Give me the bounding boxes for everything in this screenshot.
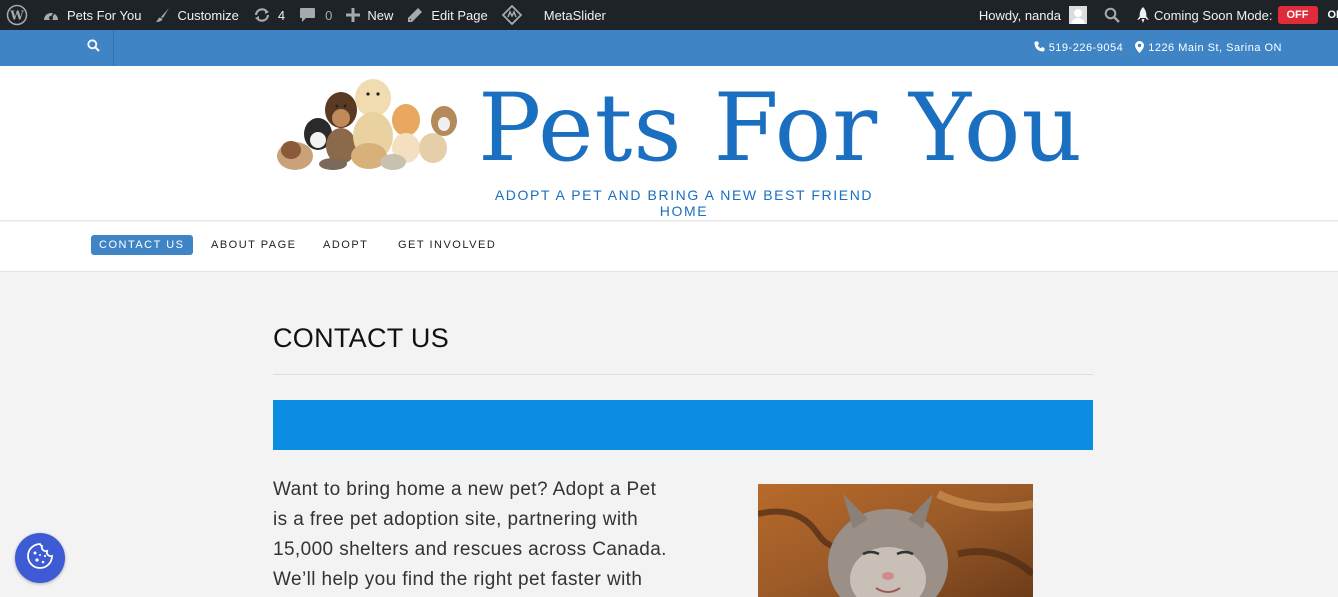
site-title[interactable]: Pets For You: [478, 74, 1083, 184]
comments-count: 0: [325, 7, 333, 23]
admin-search-button[interactable]: [1094, 0, 1130, 30]
intro-line: is a free pet adoption site, partnering …: [273, 509, 639, 530]
phone-number: 519-226-9054: [1048, 42, 1124, 54]
site-name-label: Pets For You: [67, 7, 142, 23]
comment-bubble-icon: [299, 7, 316, 23]
nav-item-adopt[interactable]: ADOPT: [323, 235, 368, 255]
header-search-button[interactable]: [74, 30, 114, 66]
coming-soon-mode[interactable]: Coming Soon Mode: OFF ON: [1130, 0, 1338, 30]
metaslider-link[interactable]: MetaSlider: [495, 0, 613, 30]
search-icon: [87, 39, 100, 57]
refresh-icon: [253, 7, 271, 23]
address-info[interactable]: 1226 Main St, Sarina ON: [1135, 40, 1282, 56]
edit-page-label: Edit Page: [431, 7, 488, 23]
new-label: New: [367, 7, 394, 23]
site-header: Pets For You ADOPT A PET AND BRING A NEW…: [0, 66, 1338, 221]
metaslider-label: MetaSlider: [543, 7, 606, 23]
nav-item-about-page[interactable]: ABOUT PAGE: [211, 235, 297, 255]
dashboard-icon: [42, 7, 60, 23]
site-tagline: ADOPT A PET AND BRING A NEW BEST FRIEND …: [494, 187, 874, 219]
coming-soon-on-text[interactable]: ON: [1328, 9, 1338, 21]
cookie-icon: [25, 541, 55, 576]
admin-bar: W Pets For You Customize 4 0 New Edit Pa…: [0, 0, 1338, 30]
title-divider: [273, 374, 1093, 375]
howdy-label: Howdy, nanda: [978, 7, 1061, 23]
main-navigation: CONTACT US ABOUT PAGE ADOPT GET INVOLVED: [0, 222, 1338, 272]
new-content-link[interactable]: New: [339, 0, 400, 30]
pets-group-photo[interactable]: [273, 76, 465, 170]
pencil-icon: [407, 7, 423, 23]
paintbrush-icon: [155, 7, 171, 23]
phone-info[interactable]: 519-226-9054: [1034, 41, 1124, 55]
rocket-icon: [1136, 6, 1149, 24]
coming-soon-label: Coming Soon Mode:: [1153, 7, 1273, 23]
metaslider-icon: [501, 5, 522, 25]
intro-line: We’ll help you find the right pet faster…: [273, 569, 643, 590]
intro-line: Want to bring home a new pet? Adopt a Pe…: [273, 479, 657, 500]
kitten-photo: [758, 484, 1033, 597]
avatar: [1068, 6, 1087, 24]
intro-paragraph: Want to bring home a new pet? Adopt a Pe…: [273, 475, 693, 595]
plus-icon: [346, 8, 361, 22]
page-title: CONTACT US: [273, 323, 450, 353]
address-text: 1226 Main St, Sarina ON: [1148, 42, 1282, 54]
cookie-consent-button[interactable]: [15, 533, 65, 583]
customize-label: Customize: [177, 7, 239, 23]
edit-page-link[interactable]: Edit Page: [400, 0, 494, 30]
search-icon: [1104, 7, 1120, 23]
my-account-link[interactable]: Howdy, nanda: [972, 0, 1094, 30]
nav-item-contact-us[interactable]: CONTACT US: [91, 235, 193, 255]
site-name-link[interactable]: Pets For You: [35, 0, 148, 30]
top-info-bar: 519-226-9054 1226 Main St, Sarina ON: [0, 30, 1338, 66]
updates-count: 4: [277, 7, 286, 23]
comments-link[interactable]: 0: [292, 0, 339, 30]
wordpress-logo-icon[interactable]: W: [0, 0, 35, 30]
svg-text:W: W: [9, 9, 24, 23]
customize-link[interactable]: Customize: [148, 0, 245, 30]
contact-info: 519-226-9054 1226 Main St, Sarina ON: [1022, 30, 1282, 66]
intro-line: 15,000 shelters and rescues across Canad…: [273, 539, 667, 560]
coming-soon-off-badge[interactable]: OFF: [1277, 6, 1318, 24]
nav-item-get-involved[interactable]: GET INVOLVED: [398, 235, 496, 255]
phone-icon: [1034, 41, 1045, 55]
updates-link[interactable]: 4: [246, 0, 292, 30]
map-marker-icon: [1135, 40, 1145, 56]
blue-banner: [273, 400, 1093, 450]
